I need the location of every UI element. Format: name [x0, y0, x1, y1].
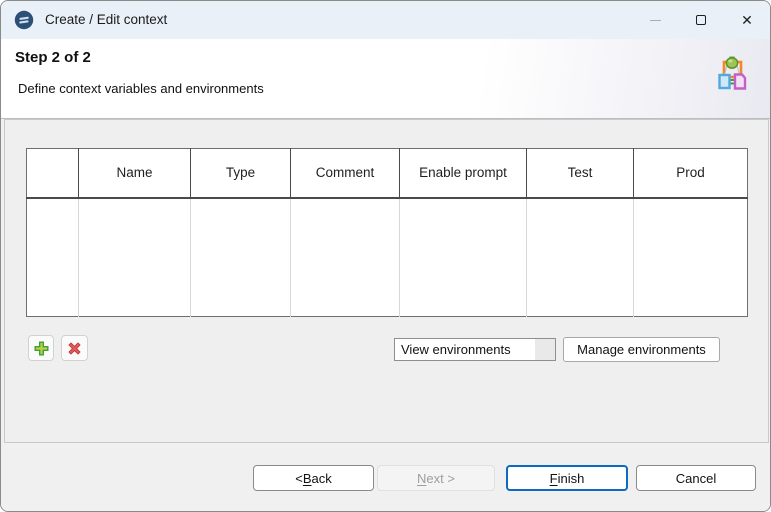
manage-environments-button[interactable]: Manage environments — [563, 337, 720, 362]
add-variable-button[interactable] — [28, 335, 54, 361]
view-environments-combobox[interactable]: View environments — [394, 338, 556, 361]
context-variables-table[interactable]: Name Type Comment Enable prompt Test Pro… — [26, 148, 748, 317]
minimize-button[interactable] — [632, 1, 678, 39]
view-environments-value: View environments — [395, 342, 535, 357]
empty-table-body-row[interactable] — [27, 198, 748, 317]
cancel-button[interactable]: Cancel — [636, 465, 756, 491]
close-icon: ✕ — [741, 13, 753, 27]
column-header-comment[interactable]: Comment — [291, 149, 400, 198]
column-header-prod[interactable]: Prod — [634, 149, 748, 198]
column-header-enable-prompt[interactable]: Enable prompt — [400, 149, 527, 198]
minimize-icon — [650, 20, 661, 21]
maximize-icon — [696, 15, 706, 25]
step-title: Step 2 of 2 — [15, 49, 91, 66]
combo-dropdown-button[interactable] — [535, 339, 555, 360]
table-header-row: Name Type Comment Enable prompt Test Pro… — [27, 149, 748, 198]
context-wizard-icon — [716, 53, 748, 93]
column-header-type[interactable]: Type — [191, 149, 291, 198]
column-header-row-selector — [27, 149, 79, 198]
wizard-header: Step 2 of 2 Define context variables and… — [1, 39, 770, 119]
maximize-button[interactable] — [678, 1, 724, 39]
column-header-test[interactable]: Test — [527, 149, 634, 198]
delete-variable-button[interactable] — [61, 335, 88, 361]
app-logo-icon — [14, 10, 34, 30]
red-cross-icon — [67, 341, 82, 356]
window-title: Create / Edit context — [45, 1, 167, 39]
footer-button-bar: < Back Next > Finish Cancel — [1, 443, 770, 512]
finish-button[interactable]: Finish — [506, 465, 628, 491]
next-button[interactable]: Next > — [377, 465, 495, 491]
step-subtitle: Define context variables and environment… — [18, 81, 264, 96]
titlebar: Create / Edit context ✕ — [1, 1, 770, 39]
plus-icon — [34, 341, 49, 356]
close-button[interactable]: ✕ — [724, 1, 770, 39]
back-button[interactable]: < Back — [253, 465, 374, 491]
create-edit-context-dialog: Create / Edit context ✕ Step 2 of 2 Defi… — [0, 0, 771, 512]
column-header-name[interactable]: Name — [79, 149, 191, 198]
